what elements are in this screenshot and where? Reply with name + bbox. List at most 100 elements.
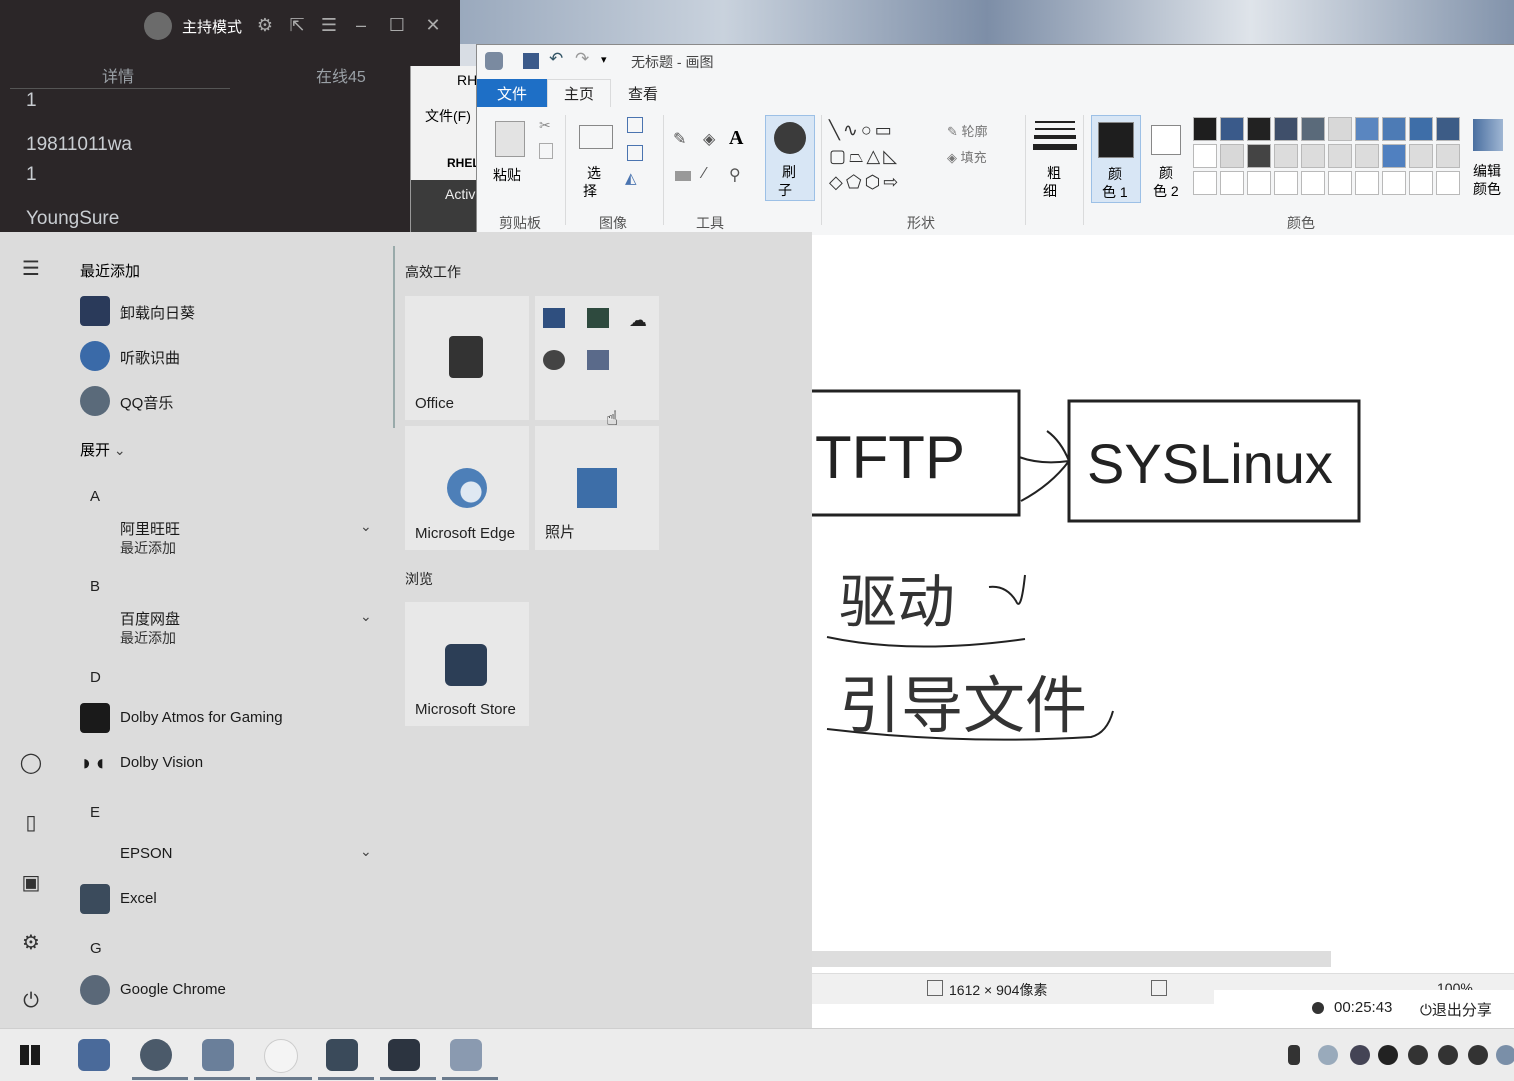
undo-icon[interactable]: ↶ [549,49,563,69]
documents-icon[interactable]: ▯ [18,810,44,836]
tile-office-apps[interactable]: ☁ [535,296,659,420]
fill-bucket-icon[interactable]: ◈ [703,129,715,149]
qq-icon[interactable] [1438,1045,1458,1065]
tray-app-icon[interactable] [1496,1045,1514,1065]
color-palette[interactable] [1193,117,1463,197]
rotate-icon[interactable]: ◭ [625,169,637,187]
palette-swatch[interactable] [1301,144,1325,168]
qq-icon[interactable] [1408,1045,1428,1065]
menu-icon[interactable]: ☰ [318,14,340,36]
palette-swatch[interactable] [1220,144,1244,168]
color1-button[interactable]: 颜 色 1 [1091,115,1141,203]
palette-swatch[interactable] [1382,117,1406,141]
microphone-icon[interactable] [1288,1045,1300,1065]
user-icon[interactable]: ◯ [18,750,44,776]
tab-details[interactable]: 详情 [102,63,134,87]
palette-swatch[interactable] [1436,144,1460,168]
palette-swatch-empty[interactable] [1409,171,1433,195]
shapes-gallery[interactable]: ╲∿○▭ ▢⏢△◺ ◇⬠⬡⇨ [829,117,929,197]
crop-icon[interactable] [627,117,643,133]
palette-swatch[interactable] [1220,117,1244,141]
taskbar-file-explorer-icon[interactable] [78,1039,110,1071]
color-picker-icon[interactable]: ⁄ [703,165,706,183]
app-aliwangwang[interactable]: 阿里旺旺 最近添加 ⌄ [80,514,380,558]
hamburger-icon[interactable]: ☰ [18,256,44,282]
palette-swatch[interactable] [1355,144,1379,168]
taskbar-paint-icon[interactable] [450,1039,482,1071]
size-button[interactable]: 粗 细 [1033,117,1077,201]
copy-icon[interactable] [539,143,553,159]
color2-button[interactable]: 颜 色 2 [1143,115,1191,201]
app-epson[interactable]: EPSON ⌄ [80,837,380,873]
app-baidu-netdisk[interactable]: 百度网盘 最近添加 ⌄ [80,604,380,648]
tile-office[interactable]: Office [405,296,529,420]
horizontal-scrollbar[interactable] [811,951,1331,967]
pictures-icon[interactable]: ▣ [18,870,44,896]
scroll-indicator[interactable] [393,246,395,428]
tile-store[interactable]: Microsoft Store [405,602,529,726]
palette-swatch[interactable] [1436,117,1460,141]
qat-dropdown-icon[interactable]: ▾ [601,53,607,66]
rhel-window[interactable]: RH 文件(F) RHEL Activ [410,66,481,232]
cut-icon[interactable]: ✂ [539,117,551,134]
tile-edge[interactable]: Microsoft Edge [405,426,529,550]
palette-swatch[interactable] [1274,117,1298,141]
palette-swatch[interactable] [1409,144,1433,168]
palette-swatch[interactable] [1247,117,1271,141]
windows-start-icon[interactable] [20,1045,40,1065]
palette-swatch-empty[interactable] [1301,171,1325,195]
magnifier-icon[interactable]: ⚲ [729,165,741,185]
outline-button[interactable]: ✎ 轮廓 [947,121,988,140]
palette-swatch-empty[interactable] [1355,171,1379,195]
taskbar-screen-icon[interactable] [326,1039,358,1071]
palette-swatch[interactable] [1355,117,1379,141]
edit-colors-button[interactable]: 编辑 颜色 [1467,115,1511,201]
palette-swatch[interactable] [1382,144,1406,168]
text-icon[interactable]: A [729,127,743,150]
power-icon[interactable]: ⏻ [18,990,44,1016]
resize-icon[interactable] [627,145,643,161]
palette-swatch[interactable] [1409,117,1433,141]
tray-app-icon[interactable] [1318,1045,1338,1065]
palette-swatch-empty[interactable] [1274,171,1298,195]
rhel-item[interactable]: Activ [445,186,475,202]
section-letter[interactable]: B [90,578,100,595]
qq-icon[interactable] [1468,1045,1488,1065]
tray-app-icon[interactable] [1378,1045,1398,1065]
drawing-canvas[interactable]: TFTP SYSLinux 驱动 引导文件 [789,235,1514,955]
palette-swatch-empty[interactable] [1328,171,1352,195]
palette-swatch-empty[interactable] [1247,171,1271,195]
palette-swatch[interactable] [1328,117,1352,141]
chevron-down-icon[interactable]: ⌄ [360,843,372,860]
tray-app-icon[interactable] [1350,1045,1370,1065]
taskbar-capture-icon[interactable] [388,1039,420,1071]
palette-swatch[interactable] [1193,144,1217,168]
minimize-icon[interactable]: – [350,14,372,36]
eraser-icon[interactable] [675,171,691,181]
expand-button[interactable]: 展开 ⌄ [80,439,126,460]
brushes-button[interactable]: 刷 子 [765,115,815,201]
palette-swatch[interactable] [1328,144,1352,168]
pencil-icon[interactable]: ✎ [673,129,686,149]
taskbar-chrome-icon[interactable] [140,1039,172,1071]
maximize-icon[interactable]: ☐ [386,14,408,36]
palette-swatch[interactable] [1247,144,1271,168]
palette-swatch[interactable] [1193,117,1217,141]
select-button[interactable]: 选 择 [577,123,613,203]
tab-view[interactable]: 查看 [628,83,658,104]
popout-icon[interactable]: ⇱ [286,14,308,36]
palette-swatch-empty[interactable] [1436,171,1460,195]
tile-photos[interactable]: 照片 [535,426,659,550]
taskbar-vm-icon[interactable] [202,1039,234,1071]
paste-button[interactable]: 粘贴 [489,115,529,197]
palette-swatch[interactable] [1274,144,1298,168]
rhel-menu-file[interactable]: 文件(F) [425,106,471,126]
section-letter[interactable]: G [90,940,102,957]
chevron-down-icon[interactable]: ⌄ [360,518,372,535]
save-icon[interactable] [523,53,539,69]
section-letter[interactable]: A [90,488,100,505]
palette-swatch-empty[interactable] [1193,171,1217,195]
rhel-tab[interactable]: RHEL [447,156,480,170]
settings-icon[interactable]: ⚙ [254,14,276,36]
section-letter[interactable]: D [90,669,101,686]
